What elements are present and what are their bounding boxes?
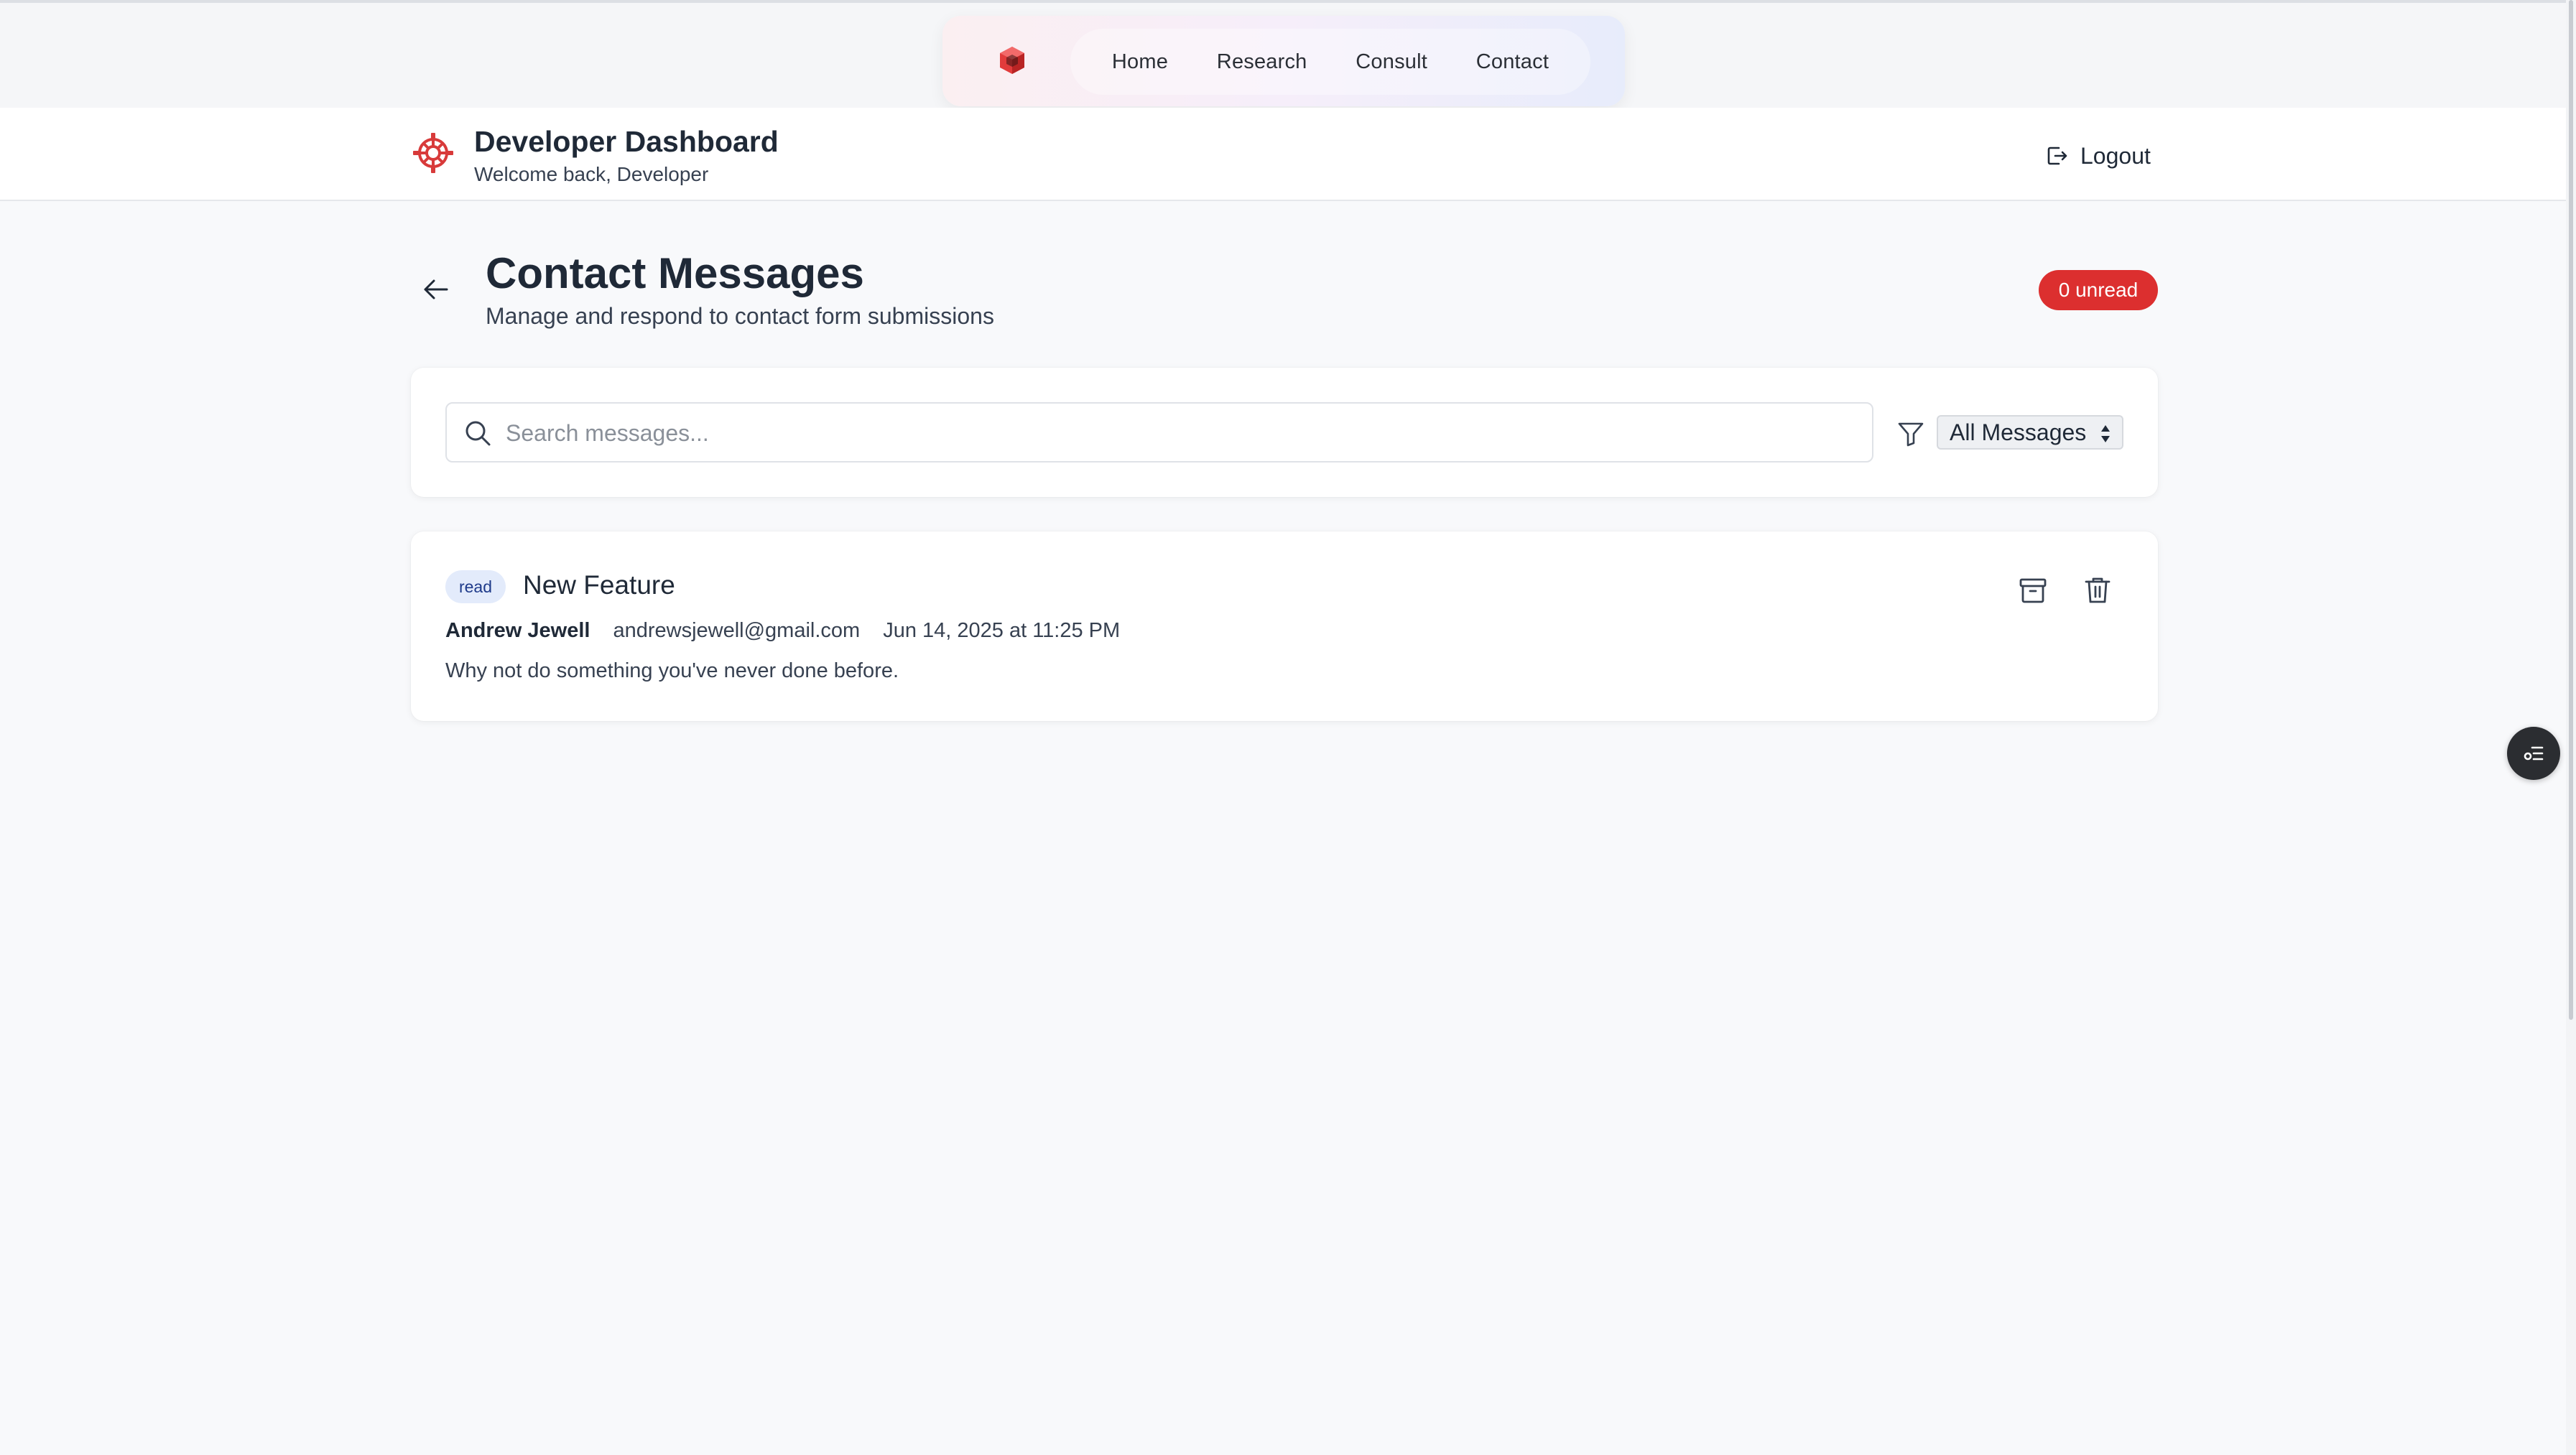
page-title: Contact Messages bbox=[486, 249, 864, 297]
message-filter-select[interactable]: All Messages bbox=[1937, 415, 2123, 450]
list-settings-icon bbox=[2524, 746, 2544, 761]
message-sender: Andrew Jewell bbox=[445, 619, 590, 642]
filter-card: All Messages bbox=[411, 368, 2158, 497]
select-value: All Messages bbox=[1950, 419, 2087, 445]
filter-icon bbox=[1898, 422, 1924, 447]
unread-count-badge: 0 unread bbox=[2039, 270, 2158, 310]
logout-button[interactable]: Logout bbox=[2044, 138, 2151, 174]
nav-links: Home Research Consult Contact bbox=[1070, 29, 1590, 95]
nav-link-home[interactable]: Home bbox=[1112, 50, 1168, 74]
gear-icon bbox=[413, 133, 453, 173]
search-box bbox=[445, 402, 1873, 462]
top-navigation: Home Research Consult Contact bbox=[942, 16, 1625, 106]
logout-icon bbox=[2047, 147, 2067, 165]
search-input[interactable] bbox=[506, 412, 1856, 454]
nav-link-contact[interactable]: Contact bbox=[1476, 50, 1549, 74]
message-card[interactable]: read New Feature Andrew Jewell andrewsje… bbox=[411, 531, 2158, 721]
nav-link-consult[interactable]: Consult bbox=[1356, 50, 1427, 74]
message-body: Why not do something you've never done b… bbox=[445, 659, 899, 682]
dashboard-header: Developer Dashboard Welcome back, Develo… bbox=[0, 108, 2576, 201]
back-arrow-icon[interactable] bbox=[420, 273, 453, 306]
search-icon bbox=[465, 421, 491, 446]
page-subtitle: Manage and respond to contact form submi… bbox=[486, 303, 994, 329]
message-meta: Andrew Jewell andrewsjewell@gmail.com Ju… bbox=[445, 619, 1120, 643]
message-email: andrewsjewell@gmail.com bbox=[613, 619, 861, 642]
logout-label: Logout bbox=[2080, 142, 2151, 169]
archive-icon[interactable] bbox=[2017, 575, 2049, 606]
message-date: Jun 14, 2025 at 11:25 PM bbox=[883, 619, 1121, 642]
status-badge: read bbox=[445, 570, 506, 603]
floating-menu-button[interactable] bbox=[2507, 727, 2560, 780]
nav-link-research[interactable]: Research bbox=[1217, 50, 1307, 74]
cube-icon[interactable] bbox=[996, 45, 1028, 76]
message-subject: New Feature bbox=[523, 570, 675, 600]
page-scrollbar[interactable] bbox=[2566, 0, 2576, 1455]
welcome-text: Welcome back, Developer bbox=[474, 163, 709, 185]
scrollbar-thumb[interactable] bbox=[2569, 0, 2573, 1020]
trash-icon[interactable] bbox=[2082, 575, 2113, 606]
select-arrows-icon bbox=[2101, 425, 2110, 442]
dashboard-title: Developer Dashboard bbox=[474, 125, 779, 158]
